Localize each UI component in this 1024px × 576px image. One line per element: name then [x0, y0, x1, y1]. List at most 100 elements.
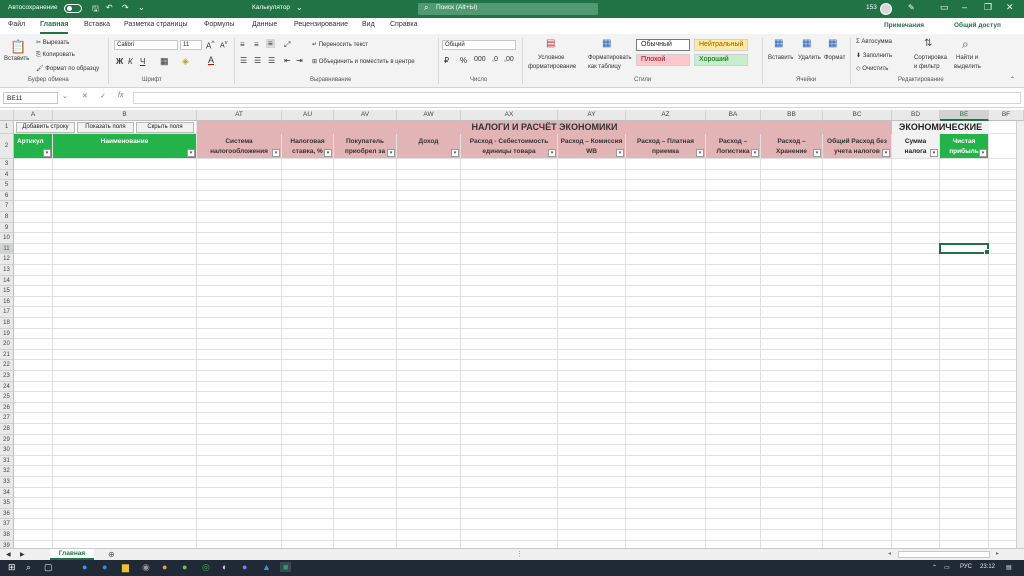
- column-header-BD[interactable]: BD: [892, 110, 940, 121]
- column-header-AT[interactable]: AT: [197, 110, 282, 121]
- row-header-27[interactable]: 27: [0, 413, 14, 424]
- filter-dropdown-AY[interactable]: ▾: [616, 149, 624, 157]
- style-neutral[interactable]: Нейтральный: [694, 39, 748, 51]
- font-color-icon[interactable]: A: [208, 55, 214, 65]
- row-header-37[interactable]: 37: [0, 519, 14, 530]
- tab-home[interactable]: Главная: [40, 21, 69, 34]
- find-select-line2[interactable]: выделить: [954, 64, 981, 70]
- sort-filter-icon[interactable]: ⇅: [924, 38, 932, 49]
- font-name-combo[interactable]: Calibri: [114, 40, 178, 50]
- filter-dropdown-AX[interactable]: ▾: [548, 149, 556, 157]
- style-good[interactable]: Хороший: [694, 54, 748, 66]
- row-header-6[interactable]: 6: [0, 190, 14, 202]
- row-header-32[interactable]: 32: [0, 466, 14, 477]
- insert-cells-button[interactable]: Вставить: [768, 55, 793, 61]
- row-header-2[interactable]: 2: [0, 134, 14, 159]
- row-header-18[interactable]: 18: [0, 318, 14, 329]
- column-header-BA[interactable]: BA: [706, 110, 761, 121]
- wrap-text-button[interactable]: ↵ Переносить текст: [312, 41, 368, 48]
- column-header-AU[interactable]: AU: [282, 110, 334, 121]
- app-icon[interactable]: ●: [102, 562, 107, 572]
- row-header-29[interactable]: 29: [0, 434, 14, 446]
- maximize-icon[interactable]: ❐: [984, 2, 992, 13]
- row-header-8[interactable]: 8: [0, 212, 14, 223]
- column-header-AX[interactable]: AX: [461, 110, 558, 121]
- row-header-11[interactable]: 11: [0, 243, 14, 255]
- column-header-BF[interactable]: BF: [989, 110, 1024, 121]
- excel-icon[interactable]: ■: [280, 562, 292, 572]
- clear-button[interactable]: ◇ Очистить: [856, 65, 888, 72]
- row-header-34[interactable]: 34: [0, 487, 14, 499]
- increase-decimal-icon[interactable]: ,0: [492, 56, 498, 63]
- customize-toolbar-icon[interactable]: ⌄: [138, 3, 145, 12]
- grow-font-icon[interactable]: A^: [206, 40, 214, 51]
- minimize-icon[interactable]: –: [962, 2, 967, 12]
- font-size-combo[interactable]: 11: [180, 40, 202, 50]
- autosave-toggle[interactable]: [64, 4, 82, 13]
- bold-icon[interactable]: Ж: [116, 57, 123, 66]
- column-header-BB[interactable]: BB: [761, 110, 823, 121]
- app-icon[interactable]: ◉: [142, 562, 150, 573]
- tab-formulas[interactable]: Формулы: [204, 21, 234, 28]
- filter-dropdown-AV[interactable]: ▾: [387, 149, 395, 157]
- row-header-19[interactable]: 19: [0, 328, 14, 340]
- shrink-font-icon[interactable]: Av: [220, 40, 228, 49]
- format-table-line2[interactable]: как таблицу: [588, 64, 621, 70]
- row-header-39[interactable]: 39: [0, 540, 14, 548]
- column-header-AW[interactable]: AW: [397, 110, 461, 121]
- sort-filter-line1[interactable]: Сортировка: [914, 55, 947, 61]
- column-header-AY[interactable]: AY: [558, 110, 626, 121]
- row-header-1[interactable]: 1: [0, 121, 14, 134]
- sort-filter-line2[interactable]: и фильтр: [914, 64, 940, 70]
- filter-dropdown-AT[interactable]: ▾: [272, 149, 280, 157]
- row-header-38[interactable]: 38: [0, 530, 14, 541]
- filter-dropdown-BE[interactable]: ▾: [979, 149, 987, 157]
- vertical-scrollbar[interactable]: [1016, 121, 1024, 548]
- chevron-down-icon[interactable]: ⌄: [296, 3, 303, 12]
- sheet-button-add-row[interactable]: Добавить строку: [16, 122, 75, 133]
- underline-icon[interactable]: Ч: [140, 57, 145, 66]
- row-header-24[interactable]: 24: [0, 381, 14, 393]
- tab-page-layout[interactable]: Разметка страницы: [124, 21, 188, 28]
- fill-button[interactable]: ⬇ Заполнить: [856, 52, 892, 59]
- filter-dropdown-BA[interactable]: ▾: [751, 149, 759, 157]
- chrome-icon[interactable]: ◎: [202, 562, 210, 573]
- align-right-icon[interactable]: ☰: [268, 56, 275, 65]
- number-format-combo[interactable]: Общий: [442, 40, 516, 50]
- merge-center-button[interactable]: ⊞ Объединить и поместить в центре: [312, 58, 415, 65]
- notifications-icon[interactable]: ▤: [1006, 564, 1012, 571]
- column-header-BC[interactable]: BC: [823, 110, 892, 121]
- row-header-9[interactable]: 9: [0, 222, 14, 234]
- tab-review[interactable]: Рецензирование: [294, 21, 348, 28]
- percent-icon[interactable]: %: [460, 56, 467, 65]
- scroll-right-icon[interactable]: ▸: [996, 550, 999, 557]
- sheet-button-show-fields[interactable]: Показать поля: [77, 122, 134, 133]
- windows-start-icon[interactable]: ⊞: [8, 562, 16, 573]
- row-header-25[interactable]: 25: [0, 392, 14, 403]
- notes-button[interactable]: Примечания: [880, 21, 928, 32]
- autosum-button[interactable]: Σ Автосумма: [856, 39, 892, 45]
- row-header-17[interactable]: 17: [0, 307, 14, 318]
- row-header-21[interactable]: 21: [0, 349, 14, 361]
- file-explorer-icon[interactable]: ▆: [122, 562, 129, 573]
- share-button[interactable]: Общий доступ: [950, 21, 1005, 32]
- align-bottom-icon[interactable]: ≡: [266, 39, 275, 48]
- format-painter-button[interactable]: 🖌 Формат по образцу: [36, 65, 99, 72]
- row-header-16[interactable]: 16: [0, 296, 14, 308]
- insert-cells-icon[interactable]: ▦: [774, 38, 783, 49]
- clock-time[interactable]: 23:12: [980, 564, 995, 570]
- app-icon[interactable]: ●: [182, 562, 187, 572]
- row-header-35[interactable]: 35: [0, 498, 14, 509]
- filter-dropdown-AZ[interactable]: ▾: [696, 149, 704, 157]
- app-icon[interactable]: ●: [162, 562, 167, 572]
- row-header-14[interactable]: 14: [0, 275, 14, 287]
- sheet-tab-main[interactable]: Главная: [50, 549, 94, 560]
- row-header-31[interactable]: 31: [0, 455, 14, 467]
- row-header-36[interactable]: 36: [0, 508, 14, 520]
- row-header-33[interactable]: 33: [0, 477, 14, 488]
- find-select-line1[interactable]: Найти и: [956, 55, 978, 61]
- row-header-15[interactable]: 15: [0, 286, 14, 297]
- row-header-26[interactable]: 26: [0, 402, 14, 414]
- app-icon[interactable]: ◐: [222, 562, 227, 572]
- row-header-28[interactable]: 28: [0, 424, 14, 435]
